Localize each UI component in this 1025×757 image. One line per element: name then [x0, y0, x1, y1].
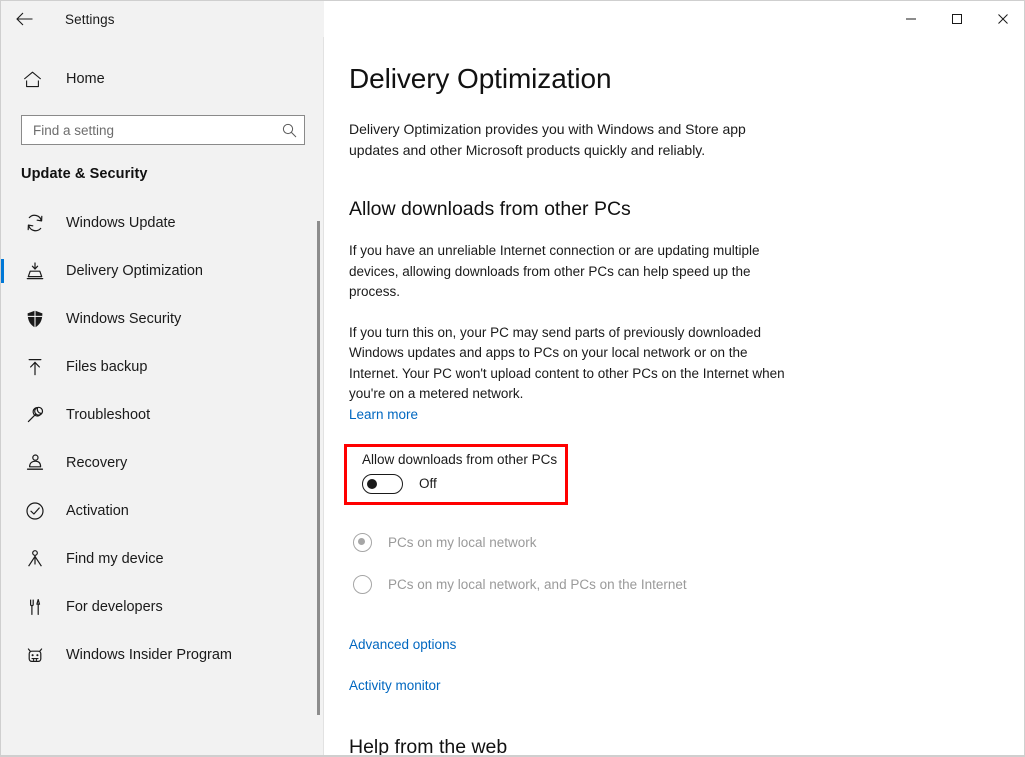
- sidebar-item-delivery-optimization[interactable]: Delivery Optimization: [1, 247, 323, 295]
- back-arrow-icon[interactable]: [1, 1, 47, 37]
- shield-icon: [23, 307, 47, 331]
- radio-option-local-network[interactable]: PCs on my local network: [353, 532, 1024, 552]
- sidebar-item-activation[interactable]: Activation: [1, 487, 323, 535]
- radio-button[interactable]: [353, 574, 372, 594]
- sidebar-item-files-backup[interactable]: Files backup: [1, 343, 323, 391]
- sync-refresh-icon: [23, 211, 47, 235]
- learn-more-link[interactable]: Learn more: [349, 407, 418, 422]
- wrench-icon: [23, 403, 47, 427]
- search-icon[interactable]: [274, 123, 304, 138]
- paragraph-unreliable-connection: If you have an unreliable Internet conne…: [349, 243, 760, 299]
- title-bar: Settings: [1, 1, 1024, 37]
- delivery-box-icon: [23, 259, 47, 283]
- radio-button[interactable]: [353, 532, 372, 552]
- upload-arrow-icon: [23, 355, 47, 379]
- sidebar-item-label: Files backup: [66, 359, 148, 375]
- activity-monitor-link[interactable]: Activity monitor: [349, 678, 441, 693]
- title-bar-left: Settings: [1, 1, 324, 37]
- window-controls: [888, 1, 1024, 37]
- radio-label: PCs on my local network, and PCs on the …: [388, 576, 687, 592]
- allow-downloads-toggle[interactable]: [362, 473, 403, 494]
- sidebar-item-windows-update[interactable]: Windows Update: [1, 199, 323, 247]
- sidebar-item-label: Find my device: [66, 551, 164, 567]
- person-pin-icon: [23, 547, 47, 571]
- close-icon[interactable]: [980, 1, 1024, 37]
- radio-option-local-and-internet[interactable]: PCs on my local network, and PCs on the …: [353, 574, 1024, 594]
- sidebar: Home Update & Security: [1, 37, 324, 755]
- sidebar-item-troubleshoot[interactable]: Troubleshoot: [1, 391, 323, 439]
- sidebar-item-label: Windows Update: [66, 215, 176, 231]
- check-circle-icon: [23, 499, 47, 523]
- sidebar-item-find-my-device[interactable]: Find my device: [1, 535, 323, 583]
- title-bar-drag-region: [324, 1, 888, 37]
- sidebar-item-label: Troubleshoot: [66, 407, 151, 423]
- main-content: Delivery Optimization Delivery Optimizat…: [325, 37, 1024, 756]
- sidebar-item-label: Recovery: [66, 455, 128, 471]
- page-intro-text: Delivery Optimization provides you with …: [349, 121, 746, 158]
- home-icon: [23, 71, 45, 88]
- toggle-knob: [367, 478, 377, 489]
- window-title: Settings: [65, 11, 115, 27]
- toggle-state-label: Off: [419, 476, 437, 491]
- sidebar-item-label: For developers: [66, 599, 163, 615]
- toggle-row: Off: [362, 473, 568, 494]
- sidebar-item-label: Windows Insider Program: [66, 647, 232, 663]
- maximize-icon[interactable]: [934, 1, 980, 37]
- allow-downloads-toggle-group: Allow downloads from other PCs Off: [344, 443, 568, 505]
- sidebar-item-windows-security[interactable]: Windows Security: [1, 295, 323, 343]
- sidebar-item-recovery[interactable]: Recovery: [1, 439, 323, 487]
- settings-window: Settings Home Find a setting Update & Se…: [0, 0, 1025, 757]
- sidebar-item-for-developers[interactable]: For developers: [1, 583, 323, 631]
- toggle-caption: Allow downloads from other PCs: [362, 451, 558, 467]
- sidebar-item-label: Delivery Optimization: [66, 263, 203, 279]
- sidebar-nav-list: Windows Update Delivery Optimization Win…: [1, 199, 323, 679]
- selection-accent-bar: [1, 259, 4, 283]
- sidebar-item-label: Windows Security: [66, 311, 182, 327]
- developer-tools-icon: [23, 595, 47, 619]
- search-box[interactable]: [21, 115, 305, 145]
- page-title: Delivery Optimization: [349, 63, 612, 94]
- minimize-icon[interactable]: [888, 1, 934, 37]
- radio-label: PCs on my local network: [388, 534, 537, 550]
- sidebar-category-heading: Update & Security: [21, 166, 148, 182]
- sidebar-scrollbar-thumb[interactable]: [317, 221, 320, 715]
- search-input[interactable]: [22, 116, 274, 144]
- home-label: Home: [66, 71, 105, 87]
- paragraph-turn-this-on: If you turn this on, your PC may send pa…: [349, 324, 785, 402]
- sidebar-item-home[interactable]: Home: [1, 59, 323, 99]
- recovery-pc-icon: [23, 451, 47, 475]
- advanced-options-link[interactable]: Advanced options: [349, 637, 456, 652]
- section-heading-allow-downloads: Allow downloads from other PCs: [349, 198, 631, 220]
- insider-bug-icon: [23, 643, 47, 667]
- sidebar-item-label: Activation: [66, 503, 129, 519]
- sidebar-item-windows-insider-program[interactable]: Windows Insider Program: [1, 631, 323, 679]
- help-from-the-web-heading: Help from the web: [349, 735, 508, 756]
